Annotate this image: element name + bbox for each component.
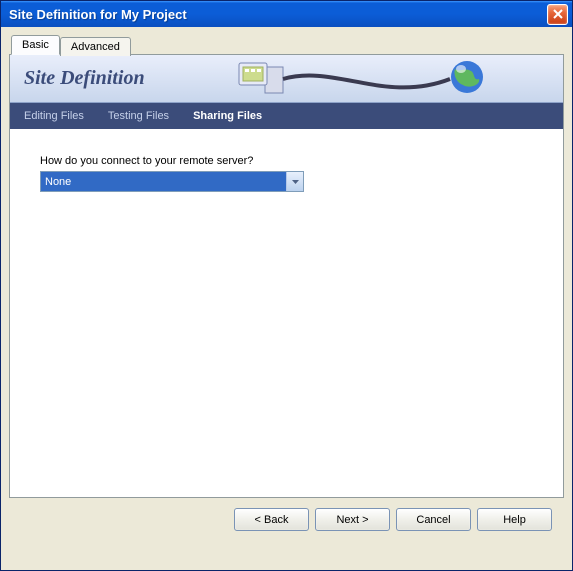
wizard-steps: Editing Files Testing Files Sharing File…: [10, 103, 563, 129]
question-label: How do you connect to your remote server…: [40, 155, 533, 167]
chevron-down-icon: [292, 180, 299, 184]
connection-type-select[interactable]: None: [40, 171, 304, 192]
dialog-window: Site Definition for My Project Basic Adv…: [0, 0, 573, 571]
titlebar: Site Definition for My Project: [1, 1, 572, 27]
help-button[interactable]: Help: [477, 508, 552, 531]
next-button-label: Next >: [336, 514, 368, 526]
window-title: Site Definition for My Project: [9, 7, 547, 22]
dropdown-button[interactable]: [286, 172, 303, 191]
connection-type-value: None: [41, 172, 286, 191]
help-button-label: Help: [503, 514, 526, 526]
tab-content: Site Definition E: [9, 54, 564, 498]
tab-advanced[interactable]: Advanced: [60, 37, 131, 56]
tab-basic[interactable]: Basic: [11, 35, 60, 55]
close-button[interactable]: [547, 4, 568, 25]
tab-row: Basic Advanced: [11, 35, 564, 54]
cancel-button-label: Cancel: [416, 514, 450, 526]
tab-basic-label: Basic: [22, 39, 49, 51]
content-area: How do you connect to your remote server…: [10, 129, 563, 497]
back-button-label: < Back: [255, 514, 289, 526]
next-button[interactable]: Next >: [315, 508, 390, 531]
banner: Site Definition: [10, 55, 563, 103]
cancel-button[interactable]: Cancel: [396, 508, 471, 531]
back-button[interactable]: < Back: [234, 508, 309, 531]
banner-title: Site Definition: [24, 67, 145, 90]
tab-advanced-label: Advanced: [71, 41, 120, 53]
close-icon: [553, 9, 563, 19]
tabs-area: Basic Advanced Site Definition: [1, 27, 572, 543]
banner-graphic-icon: [235, 59, 515, 99]
step-editing-files[interactable]: Editing Files: [24, 110, 84, 122]
step-testing-files[interactable]: Testing Files: [108, 110, 169, 122]
button-bar: < Back Next > Cancel Help: [9, 498, 564, 543]
step-sharing-files[interactable]: Sharing Files: [193, 110, 262, 122]
